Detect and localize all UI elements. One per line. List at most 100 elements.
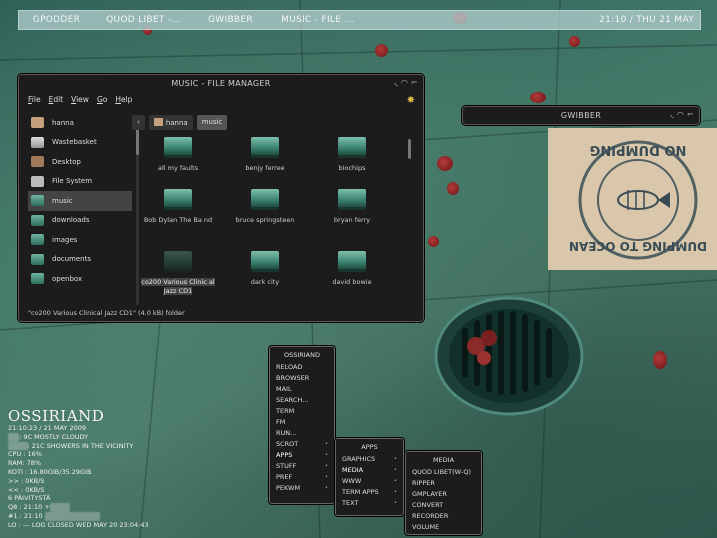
conky-disk: KOTI : 16.80GIB/35.29GIB bbox=[8, 467, 92, 476]
menu-item-apps[interactable]: APPS • bbox=[270, 450, 334, 461]
conky-irc-1: #1 : 21:10 nnnnn nnnnnnnn bbox=[8, 511, 149, 521]
path-home-button[interactable]: hanna bbox=[148, 115, 193, 130]
stamp-text-bottom: NO DUMPING bbox=[590, 142, 687, 157]
sidebar-item-hanna[interactable]: hanna bbox=[28, 113, 132, 133]
submenu-arrow-icon: • bbox=[394, 500, 397, 506]
menu-item-gmplayer[interactable]: GMPLAYER bbox=[406, 489, 481, 500]
task-gwibber[interactable]: GWIBBER bbox=[193, 15, 268, 25]
sidebar-item-openbox[interactable]: openbox bbox=[28, 269, 132, 289]
window-controls[interactable]: ◟ ◠ ⌐ bbox=[671, 110, 694, 119]
menu-item-graphics[interactable]: GRAPHICS • bbox=[336, 454, 403, 465]
conky-irc-q8: Q8 : 21:10 +nnnnn bbox=[8, 503, 149, 512]
sidebar-item-music[interactable]: music bbox=[28, 191, 132, 211]
submenu-arrow-icon: • bbox=[325, 463, 328, 469]
list-item[interactable]: bruce springsteen bbox=[222, 189, 308, 225]
trash-icon bbox=[31, 136, 44, 148]
gwibber-titlebar[interactable]: GWIBBER ◟ ◠ ⌐ bbox=[463, 107, 699, 124]
conky-updates: 6 PÄIVITYSTÄ bbox=[8, 494, 51, 503]
menu-item-term[interactable]: TERM bbox=[270, 406, 334, 417]
submenu-arrow-icon: • bbox=[325, 485, 328, 491]
menu-item-browser[interactable]: BROWSER bbox=[270, 373, 334, 384]
conky-datetime: 21:10:23 / 21 MAY 2009 bbox=[8, 424, 86, 432]
folder-icon bbox=[251, 251, 279, 272]
menu-item-convert[interactable]: CONVERT bbox=[406, 500, 481, 511]
file-manager-titlebar[interactable]: MUSIC - FILE MANAGER ◟ ◠ ⌐ bbox=[19, 75, 423, 92]
submenu-arrow-icon: • bbox=[325, 441, 328, 447]
home-icon bbox=[153, 118, 163, 126]
menu-item-search[interactable]: SEARCH... bbox=[270, 395, 334, 406]
task-file-manager[interactable]: MUSIC - FILE ... bbox=[280, 15, 355, 25]
sidebar-item-desktop[interactable]: Desktop bbox=[28, 152, 132, 172]
drain-grate bbox=[434, 296, 584, 416]
sidebar-item-images[interactable]: images bbox=[28, 230, 132, 250]
menu-item-term-apps[interactable]: TERM APPS • bbox=[336, 487, 403, 498]
folder-icon bbox=[31, 214, 44, 226]
menu-title: MEDIA bbox=[432, 456, 455, 464]
bookmark-star-icon[interactable]: ✸ bbox=[407, 95, 415, 106]
folder-icon bbox=[338, 137, 366, 158]
menu-bar: File Edit View Go Help bbox=[19, 92, 423, 106]
menu-item-recorder[interactable]: RECORDER bbox=[406, 511, 481, 522]
sidebar-item-wastebasket[interactable]: Wastebasket bbox=[28, 133, 132, 153]
menu-item-text[interactable]: TEXT • bbox=[336, 498, 403, 509]
menu-item-quodlibet[interactable]: QUOD LIBET(W-Q) bbox=[406, 467, 481, 478]
folder-icon bbox=[31, 273, 44, 285]
menu-item-www[interactable]: WWW • bbox=[336, 476, 403, 487]
redacted-text: MIAMI bbox=[8, 441, 28, 451]
menu-view[interactable]: View bbox=[71, 95, 89, 104]
menu-item-scrot[interactable]: SCROT • bbox=[270, 439, 334, 450]
list-item[interactable]: bryan ferry bbox=[309, 189, 395, 225]
list-item[interactable]: Bob Dylan The Ba nd bbox=[135, 189, 221, 225]
menu-item-pekwm[interactable]: PEKWM • bbox=[270, 483, 334, 494]
menu-item-media[interactable]: MEDIA • bbox=[336, 465, 403, 476]
sidebar-item-documents[interactable]: documents bbox=[28, 250, 132, 270]
home-icon bbox=[31, 117, 44, 129]
folder-icon bbox=[31, 234, 44, 246]
submenu-arrow-icon: • bbox=[394, 456, 397, 462]
menu-item-fm[interactable]: FM bbox=[270, 417, 334, 428]
conky-irc-log: LO : --- LOG CLOSED WED MAY 20 23:04:43 bbox=[8, 520, 149, 529]
list-item[interactable]: dark city bbox=[222, 251, 308, 287]
file-view-scroll-thumb[interactable] bbox=[408, 139, 411, 159]
gwibber-window[interactable]: GWIBBER ◟ ◠ ⌐ bbox=[462, 106, 700, 125]
path-music-button[interactable]: music bbox=[196, 115, 228, 130]
sidebar-item-filesystem[interactable]: File System bbox=[28, 172, 132, 192]
list-item[interactable]: all my faults bbox=[135, 137, 221, 173]
menu-go[interactable]: Go bbox=[97, 95, 107, 104]
menu-item-run[interactable]: RUN... bbox=[270, 428, 334, 439]
menu-item-ripper[interactable]: RIPPER bbox=[406, 478, 481, 489]
folder-icon bbox=[338, 189, 366, 210]
no-dumping-stamp: DUMPING TO OCEAN NO DUMPING bbox=[548, 128, 717, 270]
petal bbox=[447, 182, 459, 195]
list-item[interactable]: biochips bbox=[309, 137, 395, 173]
places-sidebar: hanna Wastebasket Desktop File System mu… bbox=[28, 113, 132, 305]
conky-cpu: CPU : 16% bbox=[8, 450, 42, 459]
window-title: MUSIC - FILE MANAGER bbox=[171, 79, 271, 88]
task-gpodder[interactable]: GPODDER bbox=[19, 15, 94, 25]
list-item[interactable]: david bowie bbox=[309, 251, 395, 287]
taskbar-clock: 21:10 / THU 21 MAY bbox=[599, 15, 694, 25]
menu-help[interactable]: Help bbox=[115, 95, 132, 104]
menu-item-reload[interactable]: RELOAD bbox=[270, 362, 334, 373]
window-title: GWIBBER bbox=[560, 111, 602, 120]
menu-item-mail[interactable]: MAIL bbox=[270, 384, 334, 395]
desktop-icon bbox=[31, 156, 44, 168]
list-item-selected[interactable]: co200 Various Clinic al Jazz CD1 bbox=[135, 251, 221, 296]
petal bbox=[375, 44, 388, 57]
file-icon-view: all my faults benjy ferree biochips Bob … bbox=[135, 133, 405, 303]
menu-item-pref[interactable]: PREF • bbox=[270, 472, 334, 483]
menu-file[interactable]: File bbox=[28, 95, 41, 104]
menu-item-stuff[interactable]: STUFF • bbox=[270, 461, 334, 472]
submenu-arrow-icon: • bbox=[325, 452, 328, 458]
conky-monitor: OSSIRIAND 21:10:23 / 21 MAY 2009 HKI: 9C… bbox=[8, 408, 149, 530]
sidebar-item-downloads[interactable]: downloads bbox=[28, 211, 132, 231]
folder-icon bbox=[31, 253, 44, 265]
folder-icon bbox=[164, 189, 192, 210]
window-controls[interactable]: ◟ ◠ ⌐ bbox=[395, 78, 418, 87]
task-quodlibet[interactable]: QUOD LIBET -... bbox=[106, 15, 181, 25]
conky-weather-2: MIAMI: 21C SHOWERS IN THE VICINITY bbox=[8, 441, 149, 451]
list-item[interactable]: benjy ferree bbox=[222, 137, 308, 173]
menu-item-volume[interactable]: VOLUME bbox=[406, 522, 481, 533]
menu-edit[interactable]: Edit bbox=[49, 95, 64, 104]
path-back-button[interactable]: ‹ bbox=[132, 115, 145, 130]
